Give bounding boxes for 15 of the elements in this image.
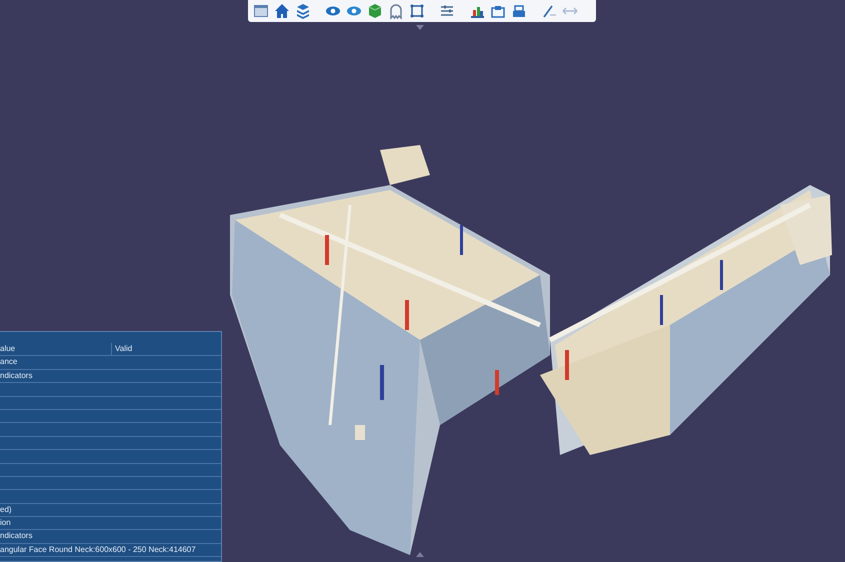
collapse-arrow-icon[interactable] — [416, 25, 424, 30]
property-label: ance — [0, 357, 18, 366]
frame-icon[interactable] — [408, 2, 426, 20]
cube-icon[interactable] — [366, 2, 384, 20]
property-label: ion — [0, 518, 11, 528]
home-icon[interactable] — [273, 2, 291, 20]
layers-icon[interactable] — [294, 2, 312, 20]
grid-icon[interactable] — [252, 2, 270, 20]
expand-arrow-icon[interactable] — [416, 552, 424, 557]
property-label: angular Face Round Neck:600x600 - 250 Neck:414607 — [0, 544, 196, 554]
property-label: ndicators — [0, 370, 32, 380]
property-label: ndicators — [0, 531, 32, 540]
property-value: Valid — [114, 344, 132, 353]
property-label: ed) — [0, 504, 12, 514]
property-label: alue — [0, 343, 112, 355]
